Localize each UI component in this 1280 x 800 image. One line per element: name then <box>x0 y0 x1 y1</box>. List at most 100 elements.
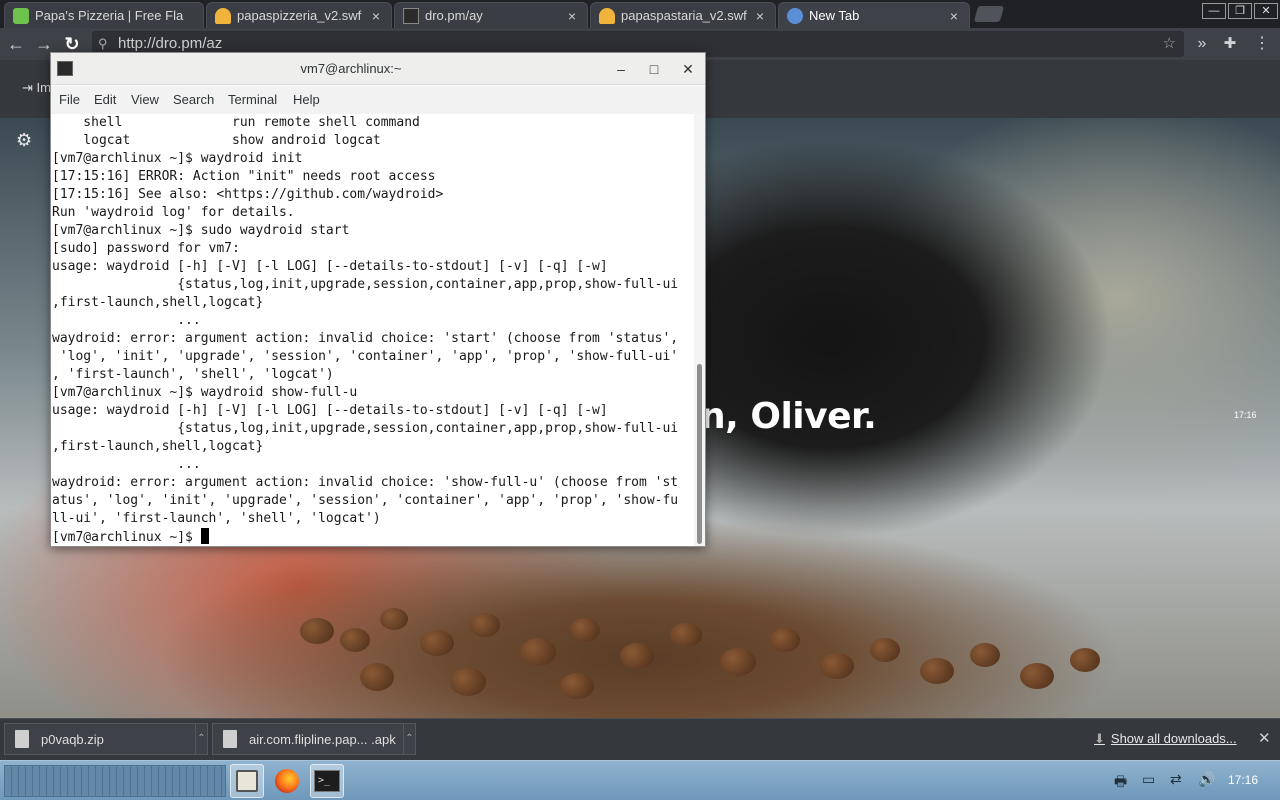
terminal-scrollbar[interactable] <box>694 114 705 546</box>
back-button[interactable]: ← <box>4 32 28 56</box>
tab-close-icon[interactable]: × <box>753 8 767 24</box>
terminal-line: ... <box>52 313 201 328</box>
terminal-launcher[interactable]: >_ <box>310 764 344 798</box>
overflow-chevron-icon[interactable]: » <box>1190 32 1214 56</box>
background-image <box>820 653 854 679</box>
import-icon: ⇥ <box>22 80 37 95</box>
background-image <box>570 618 600 642</box>
menu-help[interactable]: Help <box>293 86 320 114</box>
downloads-bar-close-icon[interactable]: ✕ <box>1258 729 1271 747</box>
new-tab-favicon-icon <box>787 7 803 24</box>
menu-search[interactable]: Search <box>173 86 214 114</box>
background-image <box>920 658 954 684</box>
terminal-line: ,first-launch,shell,logcat} <box>52 439 264 454</box>
terminal-line: shell run remote shell command <box>52 115 420 130</box>
terminal-cursor <box>200 528 209 544</box>
terminal-line: [vm7@archlinux ~]$ sudo waydroid start <box>52 223 350 238</box>
dro-pm-favicon-icon <box>403 7 419 24</box>
terminal-menubar: File Edit View Search Terminal Help <box>51 86 705 114</box>
terminal-line: 'log', 'init', 'upgrade', 'session', 'co… <box>52 349 679 364</box>
terminal-close-button[interactable]: ✕ <box>678 59 698 79</box>
window-close-button[interactable]: ✕ <box>1254 3 1278 19</box>
zip-file-icon <box>15 730 29 748</box>
import-bookmarks-label: Im <box>36 80 51 95</box>
file-manager-launcher[interactable] <box>230 764 264 798</box>
tab-papas-pizzeria[interactable]: Papa's Pizzeria | Free Fla <box>4 2 204 28</box>
firefox-launcher[interactable] <box>270 764 304 798</box>
terminal-line: [sudo] password for vm7: <box>52 241 240 256</box>
terminal-prompt: [vm7@archlinux ~]$ <box>52 530 201 545</box>
terminal-line: ll-ui', 'first-launch', 'shell', 'logcat… <box>52 511 381 526</box>
menu-file[interactable]: File <box>59 86 80 114</box>
window-minimize-button[interactable]: — <box>1202 3 1226 19</box>
display-icon[interactable]: ▭ <box>1142 771 1155 788</box>
swf-favicon-icon <box>215 7 231 24</box>
tab-new-tab[interactable]: New Tab × <box>778 2 970 28</box>
download-item-apk[interactable]: air.com.flipline.pap... .apk ⌃ <box>212 723 416 755</box>
show-all-downloads-label: Show all downloads... <box>1110 731 1237 746</box>
terminal-line: ,first-launch,shell,logcat} <box>52 295 264 310</box>
terminal-line: {status,log,init,upgrade,session,contain… <box>52 421 679 436</box>
tab-close-icon[interactable]: × <box>369 8 383 24</box>
tab-dro-pm-ay[interactable]: dro.pm/ay × <box>394 2 588 28</box>
menu-terminal[interactable]: Terminal <box>228 86 277 114</box>
taskbar-clock[interactable]: 17:16 <box>1228 773 1258 787</box>
terminal-line: waydroid: error: argument action: invali… <box>52 331 679 346</box>
terminal-scrollbar-thumb[interactable] <box>697 364 702 544</box>
background-image <box>670 623 702 647</box>
terminal-titlebar[interactable]: vm7@archlinux:~ – □ ✕ <box>51 53 705 85</box>
greeting-text: n, Oliver. <box>700 396 877 437</box>
new-tab-button[interactable] <box>973 6 1005 22</box>
terminal-line: {status,log,init,upgrade,session,contain… <box>52 277 679 292</box>
tab-title: dro.pm/ay <box>425 8 483 23</box>
page-clock-time: 17:16 <box>1234 410 1257 420</box>
show-all-downloads-link[interactable]: ⬇ Show all downloads... <box>1094 731 1237 747</box>
browser-menu-icon[interactable]: ⋮ <box>1250 32 1274 56</box>
tab-papaspizzeria-swf[interactable]: papaspizzeria_v2.swf × <box>206 2 392 28</box>
network-icon[interactable]: ⇄ <box>1170 771 1182 788</box>
extensions-puzzle-icon[interactable]: ✚ <box>1218 32 1242 56</box>
terminal-line: , 'first-launch', 'shell', 'logcat') <box>52 367 334 382</box>
terminal-line: atus', 'log', 'init', 'upgrade', 'sessio… <box>52 493 679 508</box>
page-clock: 17:16 <box>1234 410 1257 420</box>
download-filename: p0vaqb.zip <box>41 731 104 747</box>
volume-icon[interactable]: 🔊 <box>1198 771 1215 788</box>
workspace-pager[interactable] <box>4 765 226 797</box>
tab-close-icon[interactable]: × <box>947 8 961 24</box>
printer-icon[interactable]: 🖶 <box>1114 771 1127 795</box>
download-item-p0vaqb-zip[interactable]: p0vaqb.zip ⌃ <box>4 723 208 755</box>
terminal-output[interactable]: shell run remote shell command logcat sh… <box>51 114 693 546</box>
download-options-chevron-icon[interactable]: ⌃ <box>403 723 415 755</box>
terminal-icon: >_ <box>314 770 340 792</box>
terminal-line: [17:15:16] See also: <https://github.com… <box>52 187 444 202</box>
terminal-title: vm7@archlinux:~ <box>300 61 402 76</box>
downloads-bar: p0vaqb.zip ⌃ air.com.flipline.pap... .ap… <box>0 718 1280 760</box>
background-image <box>450 668 486 696</box>
tab-title: papaspizzeria_v2.swf <box>237 8 362 23</box>
menu-edit[interactable]: Edit <box>94 86 116 114</box>
download-options-chevron-icon[interactable]: ⌃ <box>195 723 207 755</box>
terminal-line: Run 'waydroid log' for details. <box>52 205 295 220</box>
terminal-line: [vm7@archlinux ~]$ waydroid show-full-u <box>52 385 358 400</box>
tab-papaspastaria-swf[interactable]: papaspastaria_v2.swf × <box>590 2 776 28</box>
import-bookmarks-button[interactable]: ⇥ Im <box>22 80 51 96</box>
bookmark-star-icon[interactable]: ☆ <box>1163 31 1176 57</box>
background-image <box>340 628 370 652</box>
terminal-minimize-button[interactable]: – <box>611 59 631 79</box>
address-bar-url: http://dro.pm/az <box>118 35 223 52</box>
terminal-prompt-line[interactable]: [vm7@archlinux ~]$ <box>52 528 693 546</box>
background-image <box>770 628 800 652</box>
window-restore-button[interactable]: ❐ <box>1228 3 1252 19</box>
background-image <box>560 673 594 699</box>
terminal-window[interactable]: vm7@archlinux:~ – □ ✕ File Edit View Sea… <box>50 52 706 547</box>
terminal-line: waydroid: error: argument action: invali… <box>52 475 679 490</box>
terminal-maximize-button[interactable]: □ <box>644 59 664 79</box>
background-image <box>300 618 334 644</box>
background-image <box>870 638 900 662</box>
terminal-line: [17:15:16] ERROR: Action "init" needs ro… <box>52 169 436 184</box>
file-icon <box>223 730 237 748</box>
menu-view[interactable]: View <box>131 86 159 114</box>
tab-close-icon[interactable]: × <box>565 8 579 24</box>
settings-gear-icon[interactable]: ⚙ <box>16 130 32 151</box>
background-image <box>420 630 454 656</box>
